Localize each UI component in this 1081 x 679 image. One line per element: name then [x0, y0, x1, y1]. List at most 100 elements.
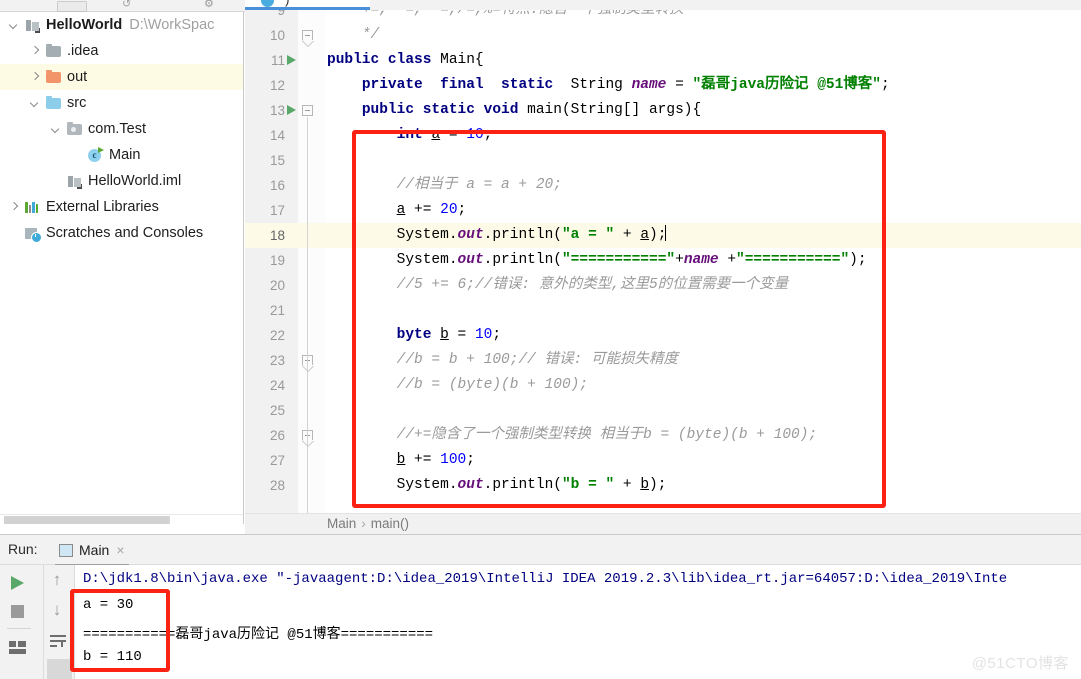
scroll-down-button[interactable]: ↓ [46, 599, 72, 625]
scroll-up-button[interactable]: ↑ [46, 569, 72, 595]
editor-code-area[interactable]: 9 +=, -=, *=,/=,%=特点:隐含一个强制类型转换 10 */11 pu… [245, 10, 1081, 513]
stop-button[interactable] [5, 599, 31, 625]
code-line[interactable]: 12 private final static String name = "磊… [245, 73, 1081, 98]
tree-item-label: HelloWorld [46, 17, 123, 33]
tree-item-path: D:\WorkSpac [129, 17, 215, 33]
breadcrumb[interactable]: Main › main() [327, 516, 409, 531]
run-gutter-icon[interactable] [287, 105, 296, 115]
tree-item-helloworld-iml[interactable]: HelloWorld.iml [0, 168, 243, 194]
line-text: //b = (byte)(b + 100); [396, 377, 589, 393]
code-line[interactable]: 20 //5 += 6;//错误: 意外的类型,这里5的位置需要一个变量 [245, 273, 1081, 298]
line-number: 21 [269, 303, 285, 318]
java-class-icon: c [87, 146, 104, 163]
line-text: +=, -=, *=,/=,%=特点:隐含一个强制类型转换 [361, 10, 684, 18]
code-line[interactable]: 24 //b = (byte)(b + 100); [245, 373, 1081, 398]
code-line[interactable]: 25 [245, 398, 1081, 423]
code-line[interactable]: 21 [245, 298, 1081, 323]
chevron-right-icon[interactable] [29, 45, 42, 58]
fold-end-icon[interactable] [302, 30, 313, 41]
code-line[interactable]: 10 */ [245, 23, 1081, 48]
console-line: ===========磊哥java历险记 @51博客=========== [83, 627, 434, 643]
chevron-down-icon[interactable] [29, 97, 42, 110]
line-number: 19 [269, 253, 285, 268]
editor-tab-strip: ) [245, 0, 1081, 10]
console-line: a = 30 [83, 597, 134, 613]
tree-item-external-libraries[interactable]: External Libraries [0, 194, 243, 220]
tree-item-idea[interactable]: .idea [0, 38, 243, 64]
tree-item-label: out [67, 69, 88, 85]
rerun-button[interactable] [5, 569, 31, 595]
tab-main[interactable]: ) [245, 0, 370, 10]
line-text: private final static String name = "磊哥ja… [361, 77, 890, 93]
code-editor[interactable]: 9 +=, -=, *=,/=,%=特点:隐含一个强制类型转换 10 */11 pu… [245, 10, 1081, 513]
chevron-right-icon[interactable] [8, 201, 21, 214]
folder-blue-icon [45, 95, 62, 111]
line-text: System.out.println("==========="+name +"… [396, 252, 867, 268]
tree-item-helloworld[interactable]: HelloWorld D:\WorkSpac [0, 12, 243, 38]
stop-icon [11, 605, 24, 618]
tree-item-label: src [67, 95, 87, 111]
undo-arrow-icon[interactable]: ↺ [122, 0, 131, 10]
breadcrumb-part-method[interactable]: main() [371, 516, 409, 531]
line-number: 17 [269, 203, 285, 218]
code-line[interactable]: 13 public static void main(String[] args… [245, 98, 1081, 123]
line-text: b += 100; [396, 452, 475, 468]
breadcrumb-separator-icon: › [361, 516, 366, 531]
fold-region-line [307, 117, 308, 513]
code-line[interactable]: 26 //+=隐含了一个强制类型转换 相当于b = (byte)(b + 100… [245, 423, 1081, 448]
run-window-title: Run: [8, 541, 38, 557]
layout-button[interactable] [5, 635, 31, 661]
code-line[interactable]: 17 a += 20; [245, 198, 1081, 223]
code-line[interactable]: 16 //相当于 a = a + 20; [245, 173, 1081, 198]
code-line[interactable]: 19 System.out.println("==========="+name… [245, 248, 1081, 273]
run-tab-main[interactable]: Main × [55, 536, 129, 566]
code-line[interactable]: 28 System.out.println("b = " + b); [245, 473, 1081, 498]
project-panel-hscroll-thumb[interactable] [4, 516, 170, 524]
line-number: 18 [269, 228, 285, 243]
run-tab-label: Main [79, 542, 110, 558]
tree-item-label: External Libraries [46, 199, 159, 215]
module-icon [24, 18, 41, 33]
line-number: 16 [269, 178, 285, 193]
rect-button-icon[interactable] [57, 1, 87, 12]
run-gutter-icon[interactable] [287, 55, 296, 65]
tree-item-com-test[interactable]: com.Test [0, 116, 243, 142]
chevron-right-icon[interactable] [29, 71, 42, 84]
watermark: @51CTO博客 [971, 655, 1069, 672]
breadcrumb-part-class[interactable]: Main [327, 516, 356, 531]
line-text: a += 20; [396, 202, 467, 218]
tree-item-label: Scratches and Consoles [46, 225, 204, 241]
toolbar-divider [7, 628, 31, 629]
code-line[interactable]: 11 public class Main{ [245, 48, 1081, 73]
fold-collapse-icon[interactable] [302, 105, 313, 116]
code-line[interactable]: 22 byte b = 10; [245, 323, 1081, 348]
run-window-header: Run: Main × [0, 535, 1081, 566]
chevron-down-icon[interactable] [8, 19, 21, 32]
line-text: byte b = 10; [396, 327, 502, 343]
code-line[interactable]: 14 int a = 10; [245, 123, 1081, 148]
settings-gear-icon[interactable]: ⚙ [204, 0, 214, 10]
code-line[interactable]: 27 b += 100; [245, 448, 1081, 473]
print-button[interactable] [47, 659, 72, 679]
tree-item-scratches-and-consoles[interactable]: Scratches and Consoles [0, 220, 243, 246]
tree-item-out[interactable]: out [0, 64, 243, 90]
line-text: public class Main{ [327, 52, 484, 68]
line-number: 9 [277, 10, 285, 18]
chevron-down-icon[interactable] [50, 123, 63, 136]
layout-icon [9, 641, 26, 654]
console-output[interactable]: D:\jdk1.8\bin\java.exe "-javaagent:D:\id… [75, 565, 1081, 679]
close-icon[interactable]: × [116, 542, 124, 558]
line-number: 10 [269, 28, 285, 43]
code-line[interactable]: 15 [245, 148, 1081, 173]
folder-grey-icon [45, 43, 62, 59]
code-line[interactable]: 18 System.out.println("a = " + a); [245, 223, 1081, 248]
line-number: 27 [269, 453, 285, 468]
code-line[interactable]: 9 +=, -=, *=,/=,%=特点:隐含一个强制类型转换 [245, 10, 1081, 23]
soft-wrap-button[interactable] [46, 629, 72, 655]
line-text: //+=隐含了一个强制类型转换 相当于b = (byte)(b + 100); [396, 427, 818, 443]
code-line[interactable]: 23 //b = b + 100;// 错误: 可能损失精度 [245, 348, 1081, 373]
tree-item-src[interactable]: src [0, 90, 243, 116]
tree-item-main[interactable]: c Main [0, 142, 243, 168]
line-text: int a = 10; [396, 127, 493, 143]
project-panel-hscrollbar[interactable] [0, 514, 243, 524]
